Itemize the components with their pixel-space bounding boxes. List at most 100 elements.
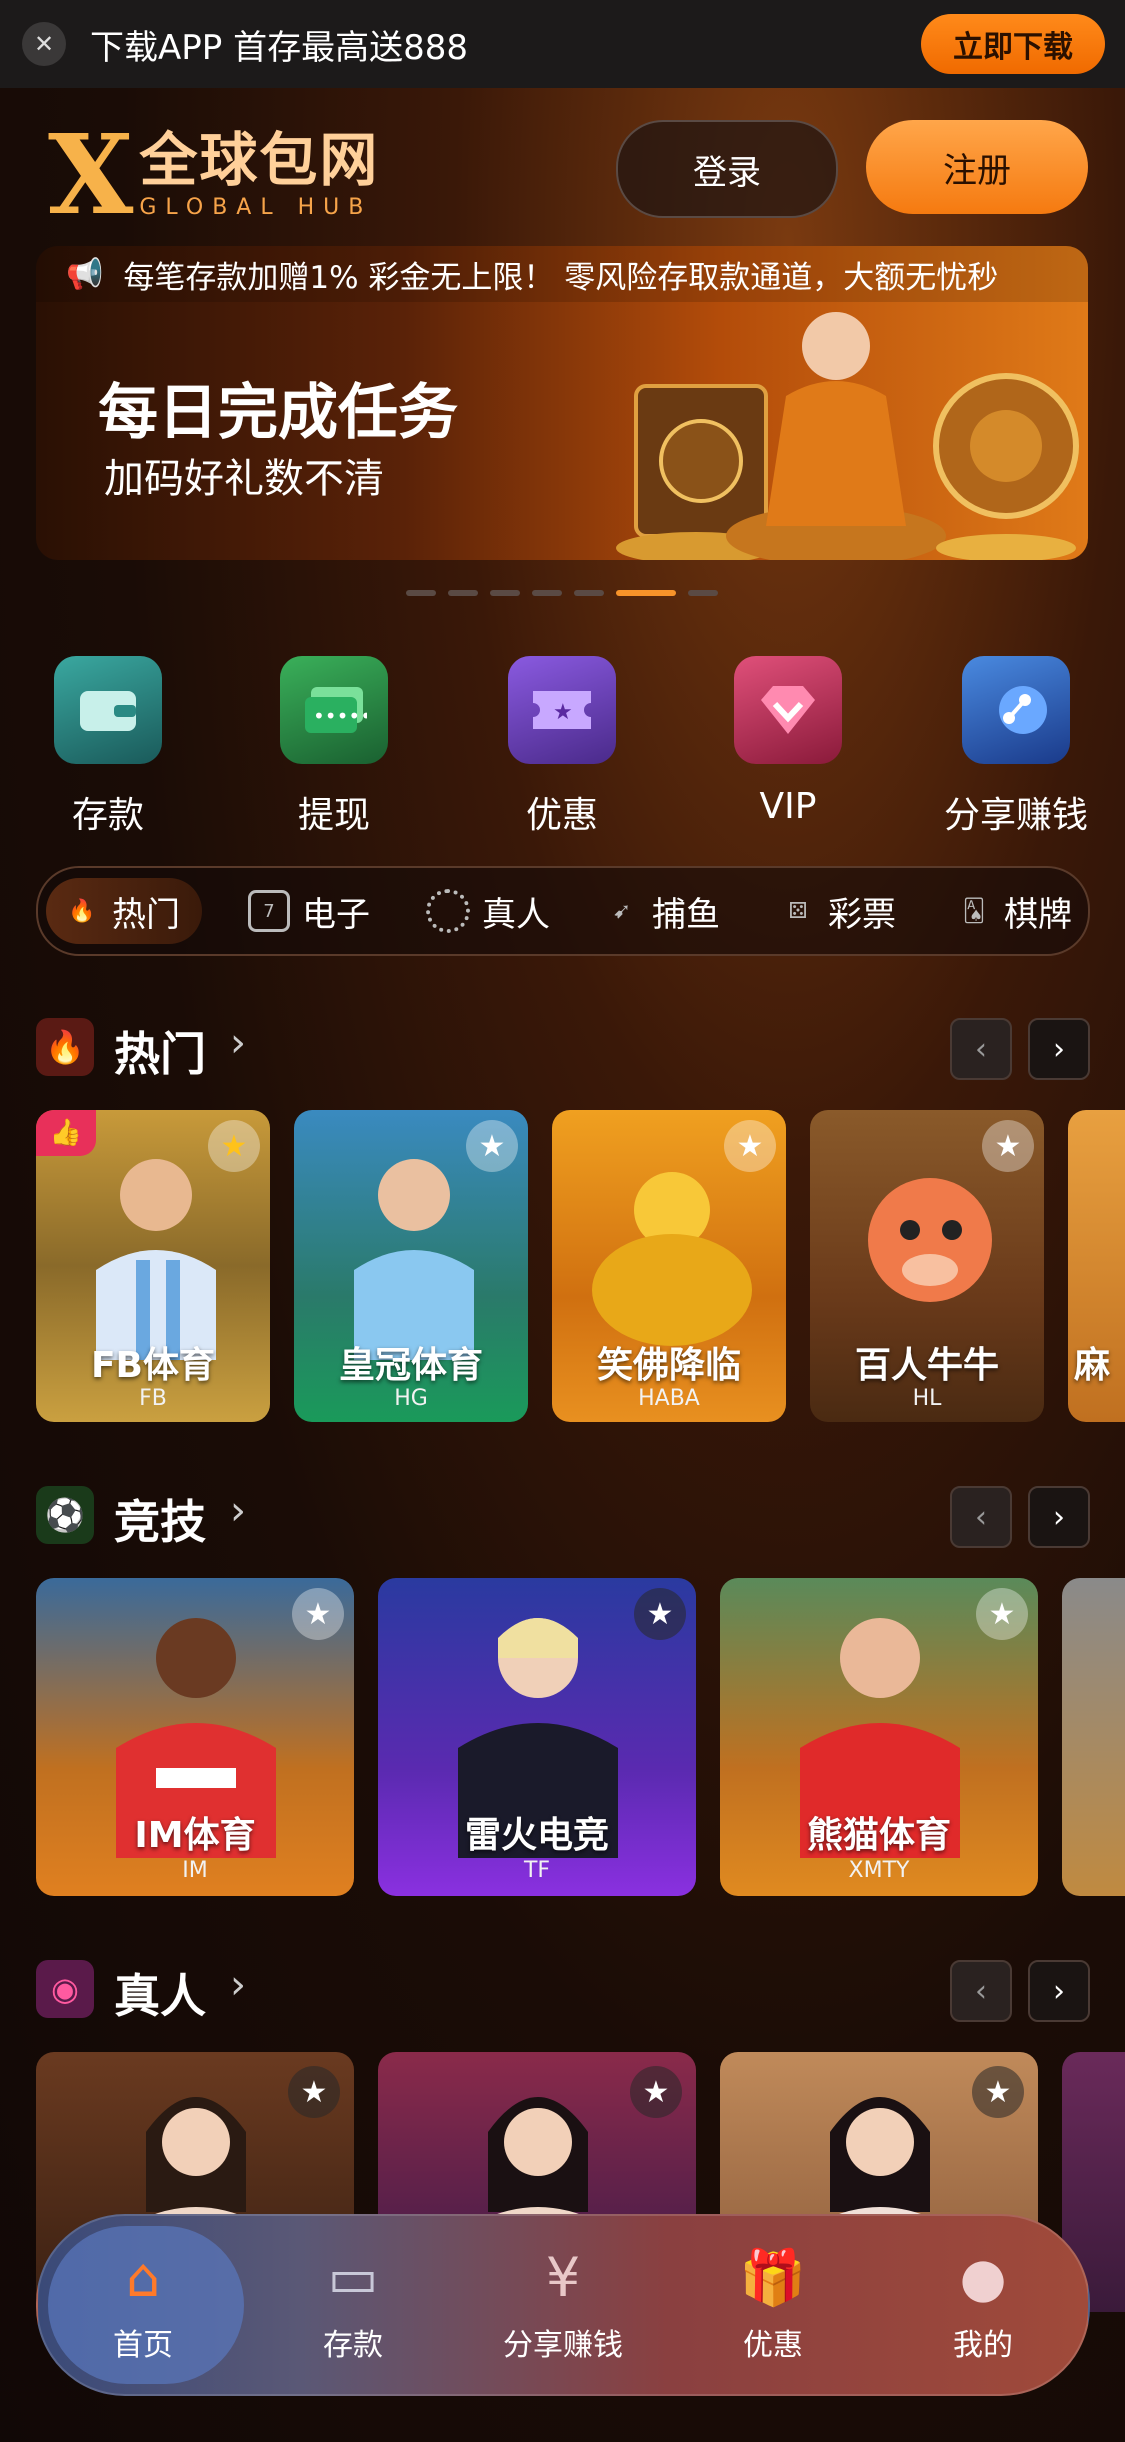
- chevron-right-icon[interactable]: ›: [230, 1488, 246, 1534]
- tab-label: 捕鱼: [652, 894, 720, 935]
- tab-live[interactable]: 真人: [426, 878, 550, 944]
- carousel-dot[interactable]: [490, 590, 520, 596]
- tab-fishing[interactable]: ➹ 捕鱼: [604, 878, 720, 944]
- favorite-star-icon[interactable]: ★: [288, 2066, 340, 2118]
- megaphone-icon: 📢: [66, 256, 104, 292]
- game-name: FB体育: [90, 1345, 216, 1386]
- quick-action-share[interactable]: 分享赚钱: [944, 656, 1088, 838]
- close-icon[interactable]: ✕: [22, 22, 66, 66]
- favorite-star-icon[interactable]: ★: [208, 1120, 260, 1172]
- game-code: IM: [182, 1858, 208, 1883]
- chevron-right-icon[interactable]: ›: [230, 1962, 246, 2008]
- bottom-navigation: ⌂ 首页 ▭ 存款 ¥ 分享赚钱 🎁 优惠 ● 我的: [36, 2214, 1090, 2396]
- favorite-star-icon[interactable]: ★: [630, 2066, 682, 2118]
- game-card-im[interactable]: ★ IM体育 IM: [36, 1578, 354, 1896]
- bull-mascot: [868, 1178, 992, 1302]
- carousel-dot-active[interactable]: [616, 590, 676, 596]
- tab-label: 热门: [112, 894, 180, 935]
- tab-lottery[interactable]: ⚄ 彩票: [780, 878, 896, 944]
- nav-label: 分享赚钱: [503, 2328, 623, 2363]
- game-name: 雷火电竞: [464, 1815, 609, 1856]
- next-button[interactable]: ›: [1028, 1018, 1090, 1080]
- share-money-icon: ¥: [545, 2246, 581, 2309]
- nav-label: 我的: [953, 2328, 1013, 2363]
- quick-action-label: 优惠: [525, 795, 598, 836]
- carousel-dot[interactable]: [406, 590, 436, 596]
- nav-label: 首页: [113, 2328, 173, 2363]
- slot-icon: 7: [248, 890, 290, 932]
- wallet-icon: [54, 656, 162, 764]
- quick-action-withdraw[interactable]: ••••• 提现: [264, 656, 404, 838]
- logo-mark: X: [48, 110, 134, 239]
- favorite-star-icon[interactable]: ★: [466, 1120, 518, 1172]
- logo-cn-text: 全球包网: [139, 125, 380, 194]
- carousel-dot[interactable]: [448, 590, 478, 596]
- register-button[interactable]: 注册: [866, 120, 1088, 214]
- quick-action-vip[interactable]: VIP: [718, 656, 858, 827]
- game-card-fb[interactable]: 👍 ★ FB体育 FB: [36, 1110, 270, 1422]
- prev-button[interactable]: ‹: [950, 1960, 1012, 2022]
- favorite-star-icon[interactable]: ★: [982, 1120, 1034, 1172]
- next-button[interactable]: ›: [1028, 1486, 1090, 1548]
- game-card-partial[interactable]: [1062, 1578, 1125, 1896]
- game-name: IM体育: [134, 1815, 256, 1856]
- game-card-hl[interactable]: ★ 百人牛牛 HL: [810, 1110, 1044, 1422]
- game-name: 麻: [1074, 1345, 1111, 1386]
- login-button[interactable]: 登录: [616, 120, 838, 218]
- fish-icon: ➹: [612, 898, 632, 924]
- game-card-haba[interactable]: ★ 笑佛降临 HABA: [552, 1110, 786, 1422]
- nav-label: 优惠: [743, 2328, 803, 2363]
- category-tabs: 🔥 热门 7 电子 真人 ➹ 捕鱼 ⚄ 彩票 🂡 棋牌: [36, 866, 1090, 956]
- tab-label: 彩票: [828, 894, 896, 935]
- quick-action-label: 提现: [297, 795, 370, 836]
- carousel-dot[interactable]: [532, 590, 562, 596]
- banner-title: 每日完成任务: [98, 378, 458, 448]
- prev-button[interactable]: ‹: [950, 1486, 1012, 1548]
- favorite-star-icon[interactable]: ★: [972, 2066, 1024, 2118]
- carousel-dot[interactable]: [574, 590, 604, 596]
- share-icon: [962, 656, 1070, 764]
- nav-home[interactable]: ⌂ 首页: [38, 2216, 248, 2394]
- favorite-star-icon[interactable]: ★: [724, 1120, 776, 1172]
- carousel-dot[interactable]: [688, 590, 718, 596]
- section-title-hot[interactable]: 热门: [114, 1018, 206, 1084]
- game-card-xmty[interactable]: ★ 熊猫体育 XMTY: [720, 1578, 1038, 1896]
- logo[interactable]: X 全球包网 GLOBAL HUB: [48, 120, 379, 230]
- chevron-right-icon[interactable]: ›: [230, 1020, 246, 1066]
- promo-banner[interactable]: 📢 每笔存款加赠1% 彩金无上限！ 零风险存取款通道，大额无忧秒 每日完成任务 …: [36, 246, 1088, 560]
- quick-action-deposit[interactable]: 存款: [38, 656, 178, 838]
- favorite-star-icon[interactable]: ★: [292, 1588, 344, 1640]
- nav-profile[interactable]: ● 我的: [878, 2216, 1088, 2394]
- game-card-partial[interactable]: 麻: [1068, 1110, 1125, 1422]
- banner-subtitle: 加码好礼数不清: [104, 456, 384, 502]
- nav-share[interactable]: ¥ 分享赚钱: [458, 2216, 668, 2394]
- carousel-indicator: [406, 590, 718, 596]
- favorite-star-icon[interactable]: ★: [634, 1588, 686, 1640]
- section-title-sports[interactable]: 竞技: [114, 1486, 206, 1552]
- nav-promo[interactable]: 🎁 优惠: [668, 2216, 878, 2394]
- favorite-star-icon[interactable]: ★: [976, 1588, 1028, 1640]
- prev-button[interactable]: ‹: [950, 1018, 1012, 1080]
- gift-icon: 🎁: [739, 2246, 807, 2309]
- download-bar-text: 下载APP 首存最高送888: [90, 28, 468, 68]
- tab-hot[interactable]: 🔥 热门: [46, 878, 202, 944]
- quick-action-label: 存款: [71, 795, 144, 836]
- game-name: 熊猫体育: [806, 1815, 951, 1856]
- quick-action-label: 分享赚钱: [943, 795, 1088, 836]
- svg-text:★: ★: [553, 700, 573, 725]
- game-code: HG: [394, 1386, 428, 1411]
- tab-cards[interactable]: 🂡 棋牌: [956, 878, 1072, 944]
- game-code: HL: [912, 1386, 942, 1411]
- tab-slots[interactable]: 7 电子: [248, 878, 370, 944]
- dice-icon: ⚄: [788, 898, 808, 924]
- game-card-hg[interactable]: ★ 皇冠体育 HG: [294, 1110, 528, 1422]
- game-card-tf[interactable]: ★ 雷火电竞 TF: [378, 1578, 696, 1896]
- download-now-button[interactable]: 立即下载: [921, 14, 1105, 74]
- nav-label: 存款: [323, 2328, 383, 2363]
- next-button[interactable]: ›: [1028, 1960, 1090, 2022]
- quick-action-promo[interactable]: ★ 优惠: [492, 656, 632, 838]
- section-title-live[interactable]: 真人: [114, 1960, 206, 2026]
- tab-label: 真人: [482, 894, 550, 935]
- game-name: 笑佛降临: [596, 1345, 741, 1386]
- nav-deposit[interactable]: ▭ 存款: [248, 2216, 458, 2394]
